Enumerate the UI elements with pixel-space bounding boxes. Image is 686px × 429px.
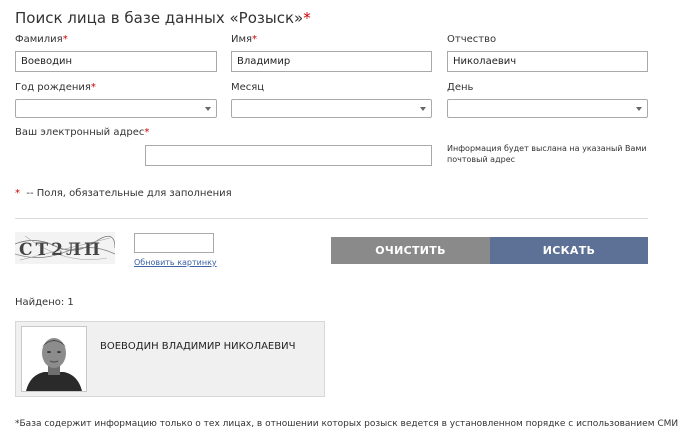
result-person-name[interactable]: ВОЕВОДИН ВЛАДИМИР НИКОЛАЕВИЧ bbox=[100, 341, 295, 352]
first-name-label: Имя* bbox=[231, 34, 258, 45]
patronymic-input[interactable]: Николаевич bbox=[447, 51, 648, 72]
last-name-label: Фамилия* bbox=[15, 34, 68, 45]
day-select[interactable] bbox=[447, 99, 648, 118]
clear-button[interactable]: ОЧИСТИТЬ bbox=[331, 237, 490, 264]
chevron-down-icon bbox=[420, 107, 426, 111]
captcha-input[interactable] bbox=[134, 233, 214, 253]
month-label: Месяц bbox=[231, 82, 265, 93]
chevron-down-icon bbox=[636, 107, 642, 111]
divider bbox=[15, 218, 648, 219]
birth-year-label: Год рождения* bbox=[15, 82, 96, 93]
last-name-input[interactable]: Воеводин bbox=[15, 51, 217, 72]
svg-text:СТ2ЛП: СТ2ЛП bbox=[19, 240, 103, 260]
birth-year-select[interactable] bbox=[15, 99, 217, 118]
search-button[interactable]: ИСКАТЬ bbox=[490, 237, 648, 264]
person-photo[interactable] bbox=[21, 326, 87, 392]
results-count: Найдено: 1 bbox=[15, 297, 74, 308]
footnote: *База содержит информацию только о тех л… bbox=[15, 419, 679, 429]
refresh-captcha-link[interactable]: Обновить картинку bbox=[134, 258, 217, 267]
chevron-down-icon bbox=[205, 107, 211, 111]
captcha-image: СТ2ЛП bbox=[15, 232, 115, 264]
required-legend: * -- Поля, обязательные для заполнения bbox=[15, 188, 232, 199]
portrait-icon bbox=[22, 327, 86, 391]
first-name-input[interactable]: Владимир bbox=[231, 51, 432, 72]
email-input[interactable] bbox=[145, 145, 432, 166]
patronymic-label: Отчество bbox=[447, 34, 497, 45]
month-select[interactable] bbox=[231, 99, 432, 118]
day-label: День bbox=[447, 82, 474, 93]
email-label: Ваш электронный адрес* bbox=[15, 127, 150, 138]
page-title: Поиск лица в базе данных «Розыск»* bbox=[15, 9, 311, 27]
captcha-noise-icon: СТ2ЛП bbox=[15, 235, 115, 261]
email-note: Информация будет выслана на указаный Вам… bbox=[447, 144, 647, 164]
